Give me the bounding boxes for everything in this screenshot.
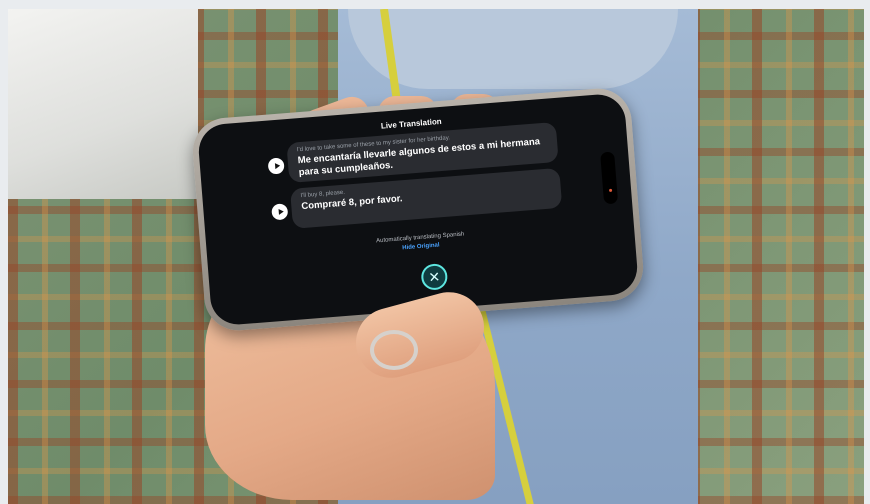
- pillow: [8, 9, 198, 199]
- close-icon[interactable]: ✕: [420, 262, 449, 291]
- phone-screen: Live Translation I'd love to take some o…: [196, 92, 640, 327]
- play-icon[interactable]: [267, 157, 285, 175]
- phone: Live Translation I'd love to take some o…: [190, 86, 646, 333]
- play-icon[interactable]: [271, 203, 289, 221]
- ring: [370, 330, 418, 370]
- dynamic-island: [600, 151, 619, 205]
